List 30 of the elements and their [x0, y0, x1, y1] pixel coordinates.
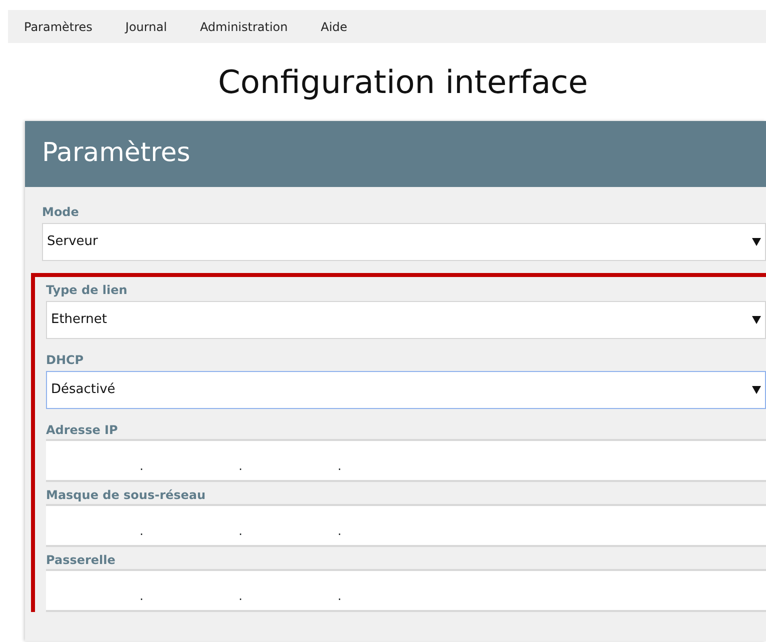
menu-item[interactable]: Aide	[320, 18, 348, 36]
octet-separator: .	[238, 525, 244, 538]
menu-item[interactable]: Journal	[125, 18, 167, 36]
octet-separator: .	[238, 590, 244, 602]
field-label: DHCP	[46, 352, 85, 370]
octet-separator: .	[238, 460, 244, 472]
menu-item[interactable]: Paramètres	[24, 18, 92, 36]
field-label: Masque de sous-réseau	[46, 487, 207, 504]
ip-address-field[interactable]: . . .	[46, 504, 766, 548]
octet-separator: .	[138, 590, 144, 602]
octet-separator: .	[138, 525, 144, 538]
caret-icon	[752, 238, 761, 246]
select-field[interactable]: Serveur	[42, 223, 766, 262]
caret-icon	[752, 316, 761, 324]
field-label: Type de lien	[46, 282, 128, 300]
octet-separator: .	[336, 460, 342, 472]
field-label: Passerelle	[46, 552, 116, 570]
field-label: Adresse IP	[46, 422, 119, 440]
field-label: Mode	[42, 204, 80, 222]
octet-separator: .	[336, 590, 342, 602]
menu-item[interactable]: Administration	[200, 18, 288, 36]
select-field[interactable]: Ethernet	[46, 301, 766, 340]
panel-header: Paramètres	[25, 121, 766, 188]
octet-separator: .	[138, 460, 144, 472]
caret-icon	[752, 386, 761, 394]
ip-address-field[interactable]: . . .	[46, 569, 766, 612]
ip-address-field[interactable]: . . .	[46, 439, 766, 482]
octet-separator: .	[336, 525, 342, 538]
page-title: Configuration interface	[217, 63, 589, 102]
select-field[interactable]: Désactivé	[46, 371, 766, 410]
